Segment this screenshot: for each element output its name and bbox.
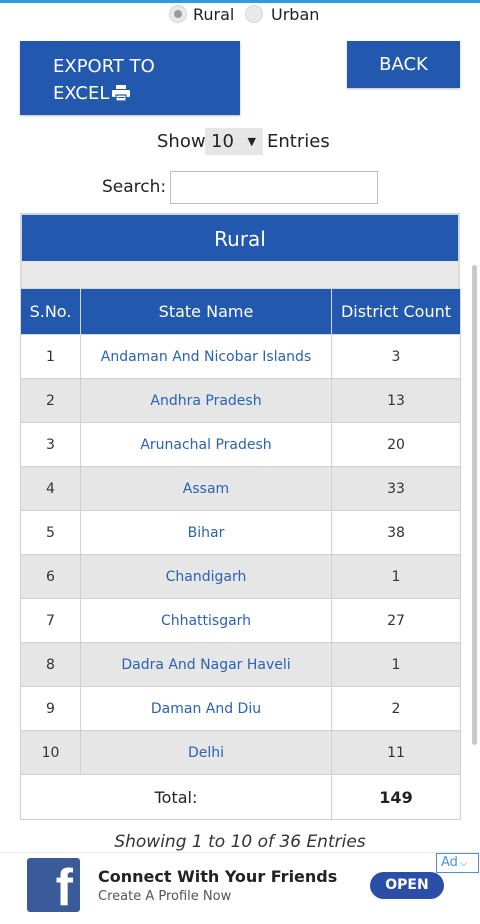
urban-radio[interactable] [245,5,263,23]
chevron-down-icon: ⌵ [459,858,468,869]
state-link[interactable]: Bihar [80,510,332,555]
table-row: 7 Chhattisgarh 27 [20,598,461,643]
district-count: 20 [331,422,461,467]
row-sno: 7 [20,598,81,643]
table-row: 4 Assam 33 [20,466,461,511]
ad-choices-badge[interactable]: Ad ⌵ [436,853,479,873]
column-header-sno[interactable]: S.No. [20,288,81,335]
table-row: 5 Bihar 38 [20,510,461,555]
table-header-row: S.No. State Name District Count [20,288,461,335]
row-sno: 10 [20,730,81,775]
table-caption-spacer [20,261,460,288]
ad-title: Connect With Your Friends [98,867,338,886]
rural-radio[interactable] [169,5,187,23]
district-count: 1 [331,554,461,599]
table-row: 3 Arunachal Pradesh 20 [20,422,461,467]
export-label-line2: EXCEL [53,83,110,104]
ad-open-button[interactable]: OPEN [370,872,444,899]
table-total-row: Total: 149 [20,774,461,820]
state-link[interactable]: Andaman And Nicobar Islands [80,334,332,379]
district-count-table: Rural S.No. State Name District Count 1A… [20,213,461,820]
district-count: 3 [331,334,461,379]
state-link[interactable]: Chhattisgarh [80,598,332,643]
table-row: 2 Andhra Pradesh 13 [20,378,461,423]
entries-length-control: Show 10 ▼ Entries [0,128,480,156]
state-link[interactable]: Assam [80,466,332,511]
column-header-district-count[interactable]: District Count [331,288,461,335]
district-count: 11 [331,730,461,775]
row-sno: 4 [20,466,81,511]
show-label: Show [157,131,206,152]
row-sno: 6 [20,554,81,599]
district-count: 38 [331,510,461,555]
table-row: 6 Chandigarh 1 [20,554,461,599]
ad-banner[interactable]: f Connect With Your Friends Create A Pro… [0,852,480,924]
state-link[interactable]: Daman And Diu [80,686,332,731]
state-link[interactable]: Dadra And Nagar Haveli [80,642,332,687]
search-label: Search: [102,177,167,197]
search-input[interactable] [170,171,378,204]
district-count: 33 [331,466,461,511]
printer-icon [112,82,131,109]
table-row: 1 Andaman And Nicobar Islands 3 [20,334,461,379]
row-sno: 8 [20,642,81,687]
facebook-icon: f [27,858,80,912]
district-count: 13 [331,378,461,423]
state-link[interactable]: Chandigarh [80,554,332,599]
row-sno: 9 [20,686,81,731]
top-accent-line [0,0,480,3]
state-link[interactable]: Delhi [80,730,332,775]
pagination-summary: Showing 1 to 10 of 36 Entries [114,832,366,852]
total-label: Total: [20,774,332,820]
row-sno: 5 [20,510,81,555]
district-count: 2 [331,686,461,731]
table-caption: Rural [20,213,460,261]
entries-per-page-select[interactable]: 10 ▼ [205,128,263,155]
entries-select-value: 10 [211,131,234,152]
export-label-line1: EXPORT TO [53,56,155,77]
table-row: 9 Daman And Diu 2 [20,686,461,731]
radio-selected-dot [174,10,182,18]
district-count: 1 [331,642,461,687]
urban-radio-label[interactable]: Urban [271,5,319,24]
area-type-filter: Rural Urban [0,4,480,26]
rural-radio-label[interactable]: Rural [193,5,234,24]
entries-label: Entries [267,131,330,152]
table-row: 8 Dadra And Nagar Haveli 1 [20,642,461,687]
back-button[interactable]: BACK [347,41,460,88]
table-row: 10 Delhi 11 [20,730,461,775]
state-link[interactable]: Andhra Pradesh [80,378,332,423]
total-value: 149 [331,774,461,820]
export-to-excel-button[interactable]: EXPORT TO EXCEL [20,41,240,115]
row-sno: 3 [20,422,81,467]
ad-badge-label: Ad [441,855,458,870]
row-sno: 2 [20,378,81,423]
state-link[interactable]: Arunachal Pradesh [80,422,332,467]
ad-subtitle: Create A Profile Now [98,889,232,904]
district-count: 27 [331,598,461,643]
column-header-state-name[interactable]: State Name [80,288,332,335]
page-scrollbar[interactable] [472,265,477,745]
caret-down-icon: ▼ [247,135,256,148]
row-sno: 1 [20,334,81,379]
